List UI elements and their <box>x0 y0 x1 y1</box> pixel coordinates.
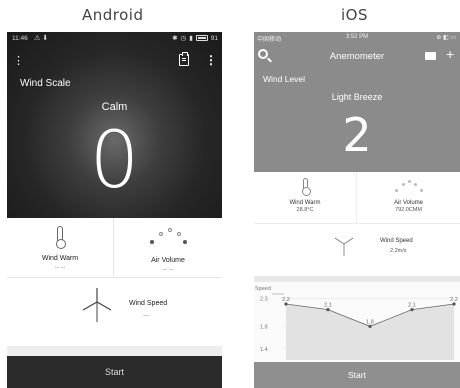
status-bar: 11:46 ⚠ ⬇ ✱ ◷ ▮ 91 <box>7 32 222 46</box>
data-label: 2.1 <box>324 303 332 309</box>
wind-level-value: 2 <box>342 108 372 162</box>
air-volume-value: -- -- <box>162 266 174 273</box>
wind-turbine-icon <box>82 288 112 322</box>
ios-label: iOS <box>341 6 368 24</box>
menu-icon[interactable]: ⋮ <box>13 54 24 67</box>
wind-level-panel: 中国移动 3:52 PM ⊕ ◧ ▭ Anemometer + Wind Lev… <box>254 32 460 172</box>
wind-speed-card: Wind Speed --- <box>7 278 222 336</box>
data-label: 1.8 <box>366 319 374 325</box>
wind-speed-label: Wind Speed <box>129 300 168 307</box>
signal-icon: ▮ <box>189 35 193 42</box>
battery-icon <box>195 35 208 41</box>
wind-status: Calm <box>101 101 128 113</box>
wind-warm-value: 28.8°C <box>296 207 314 213</box>
air-volume-value: 792.0CMM <box>395 207 422 213</box>
thermometer-icon <box>301 178 311 196</box>
data-label: 2.1 <box>408 303 416 309</box>
status-bar: 中国移动 3:52 PM ⊕ ◧ ▭ <box>254 32 460 44</box>
speed-area <box>286 304 454 360</box>
speed-chart-svg: Speed 2.3 1.8 1.4 2.2 2.1 1.8 2.1 2.2 <box>255 286 458 360</box>
status-time: 11:46 <box>12 35 28 42</box>
y-tick-label: 1.4 <box>260 347 268 353</box>
wind-turbine-icon <box>334 237 354 256</box>
data-label: 2.2 <box>450 297 458 303</box>
start-button[interactable]: Start <box>254 362 460 388</box>
status-icons: ✱ ◷ ▮ 91 <box>172 34 218 43</box>
air-volume-label: Air Volume <box>151 257 185 264</box>
wind-speed-value: --- <box>143 312 150 319</box>
folder-icon[interactable] <box>425 52 436 60</box>
air-volume-label: Air Volume <box>393 200 423 206</box>
android-screen: 11:46 ⚠ ⬇ ✱ ◷ ▮ 91 ⋮ ⋮ Wind Scale Calm 0… <box>7 32 222 388</box>
wind-speed-value: 2.2m/s <box>390 248 407 254</box>
wind-warm-label: Wind Warm <box>289 200 321 206</box>
thermometer-icon <box>56 226 66 249</box>
start-button[interactable]: Start <box>7 356 222 388</box>
y-tick-label: 1.8 <box>260 324 268 330</box>
wind-speed-label: Wind Speed <box>380 238 413 244</box>
plus-icon[interactable]: + <box>446 46 454 62</box>
wind-warm-value: -- -- <box>54 264 66 271</box>
air-volume-card: Air Volume -- -- <box>114 218 222 278</box>
wind-level-title: Wind Level <box>263 74 306 84</box>
notification-icons: ⚠ ⬇ <box>34 35 49 42</box>
alarm-icon: ◷ <box>180 35 187 42</box>
data-label: 2.2 <box>282 297 290 303</box>
more-vert-icon[interactable]: ⋮ <box>205 53 217 67</box>
wind-status: Light Breeze <box>331 92 383 102</box>
clipboard-icon[interactable] <box>179 52 189 66</box>
y-tick-label: 2.3 <box>260 296 268 302</box>
wind-warm-card: Wind Warm -- -- <box>7 218 114 278</box>
air-volume-icon <box>148 226 188 248</box>
chart-y-ticks: 2.3 1.8 1.4 <box>260 296 268 352</box>
air-volume-icon <box>394 178 424 194</box>
divider <box>7 346 222 356</box>
chart-ylabel: Speed <box>255 286 271 292</box>
bluetooth-icon: ✱ <box>172 35 178 42</box>
wind-warm-label: Wind Warm <box>41 255 79 262</box>
wind-scale-panel: 11:46 ⚠ ⬇ ✱ ◷ ▮ 91 ⋮ ⋮ Wind Scale Calm 0 <box>7 32 222 218</box>
android-label: Android <box>82 6 144 24</box>
measurement-cards: Wind Warm -- -- Air Volume -- -- Wind Sp… <box>7 218 222 346</box>
nav-bar: Anemometer + <box>254 44 460 70</box>
status-time: 3:52 PM <box>345 34 369 40</box>
air-volume-card: Air Volume 792.0CMM <box>357 172 460 224</box>
wind-warm-card: Wind Warm 28.8°C <box>254 172 357 224</box>
wind-scale-value: 0 <box>89 116 140 206</box>
wind-scale-title: Wind Scale <box>20 78 71 89</box>
battery-level: 91 <box>210 34 218 42</box>
wind-speed-chart: Speed 2.3 1.8 1.4 2.2 2.1 1.8 2.1 2.2 <box>254 282 460 362</box>
wind-speed-card: Wind Speed 2.2m/s <box>254 224 460 276</box>
measurement-cards: Wind Warm 28.8°C Air Volume 792.0CMM Win… <box>254 172 460 276</box>
ios-screen: 中国移动 3:52 PM ⊕ ◧ ▭ Anemometer + Wind Lev… <box>254 32 460 388</box>
battery-icon: ⊕ ◧ ▭ <box>436 35 456 41</box>
